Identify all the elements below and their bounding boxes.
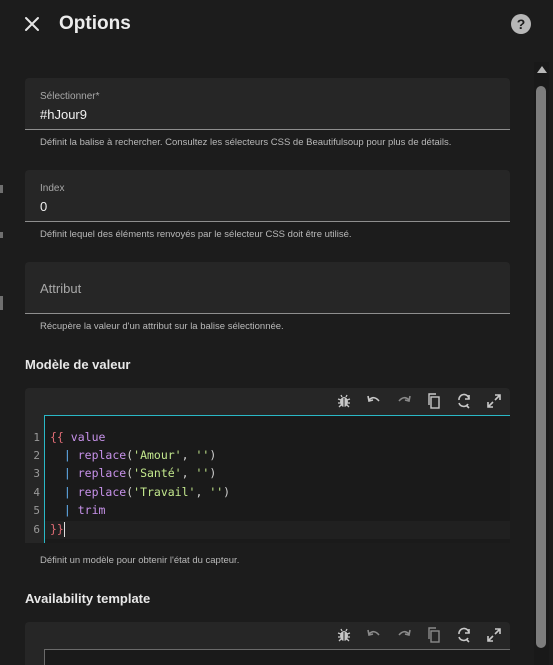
fullscreen-icon[interactable] [486, 393, 502, 409]
text-cursor [64, 522, 65, 537]
selector-label: Sélectionner* [40, 91, 100, 102]
bug-icon[interactable] [336, 393, 352, 409]
scrollbar[interactable] [534, 62, 549, 665]
code-area[interactable] [25, 649, 510, 665]
active-line-highlight [45, 521, 510, 539]
code-line: {{ value [50, 430, 106, 444]
dialog-header: Options ? [4, 0, 553, 48]
code-line: | trim [63, 503, 106, 517]
redo-icon[interactable] [396, 627, 412, 643]
help-button[interactable]: ? [511, 14, 531, 34]
dialog-content: Sélectionner* #hJour9 Définit la balise … [4, 48, 553, 665]
value-template-helper: Définit un modèle pour obtenir l'état du… [40, 555, 240, 566]
index-helper: Définit lequel des éléments renvoyés par… [40, 229, 352, 240]
fullscreen-icon[interactable] [486, 627, 502, 643]
close-button[interactable] [20, 12, 44, 36]
line-number: 4 [33, 486, 40, 499]
editor-top-line [44, 649, 510, 650]
copy-icon[interactable] [426, 627, 442, 643]
attribute-placeholder[interactable]: Attribut [40, 281, 81, 296]
edge-mark [0, 232, 3, 238]
value-template-title: Modèle de valeur [25, 357, 131, 372]
code-line: | replace('Santé', '') [63, 466, 217, 480]
gutter-border [44, 649, 45, 665]
line-number: 3 [33, 467, 40, 480]
undo-icon[interactable] [366, 393, 382, 409]
line-gutter [25, 649, 44, 665]
selector-field[interactable]: Sélectionner* #hJour9 [25, 78, 510, 130]
code-line: | replace('Travail', '') [63, 485, 231, 499]
line-gutter: 1 2 3 4 5 6 [25, 415, 44, 543]
availability-template-title: Availability template [25, 591, 151, 606]
selector-helper: Définit la balise à rechercher. Consulte… [40, 137, 452, 148]
line-number: 6 [33, 523, 40, 536]
editor-focus-line [44, 415, 510, 416]
code-line: }} [50, 522, 64, 536]
attribute-field[interactable]: Attribut [25, 262, 510, 314]
options-dialog: Options ? Sélectionner* #hJour9 Définit … [4, 0, 553, 665]
code-area[interactable]: 1 2 3 4 5 6 {{ value | replace('Amour', … [25, 415, 510, 543]
line-number: 1 [33, 431, 40, 444]
index-value[interactable]: 0 [40, 199, 47, 214]
help-icon: ? [516, 16, 526, 32]
attribute-helper: Récupère la valeur d'un attribut sur la … [40, 321, 284, 332]
close-icon [25, 17, 39, 31]
refresh-icon[interactable] [456, 393, 472, 409]
availability-template-editor[interactable] [25, 622, 510, 665]
line-number: 5 [33, 504, 40, 517]
undo-icon[interactable] [366, 627, 382, 643]
edge-mark [0, 185, 3, 193]
index-label: Index [40, 183, 65, 194]
bug-icon[interactable] [336, 627, 352, 643]
refresh-icon[interactable] [456, 627, 472, 643]
code-line: | replace('Amour', '') [63, 448, 217, 462]
copy-icon[interactable] [426, 393, 442, 409]
edge-mark [0, 296, 3, 310]
selector-value[interactable]: #hJour9 [40, 107, 87, 122]
scrollbar-thumb[interactable] [536, 86, 546, 648]
index-field[interactable]: Index 0 [25, 170, 510, 222]
scroll-up-icon[interactable] [537, 66, 547, 73]
redo-icon[interactable] [396, 393, 412, 409]
value-template-editor[interactable]: 1 2 3 4 5 6 {{ value | replace('Amour', … [25, 388, 510, 543]
dialog-title: Options [59, 13, 131, 34]
line-number: 2 [33, 449, 40, 462]
